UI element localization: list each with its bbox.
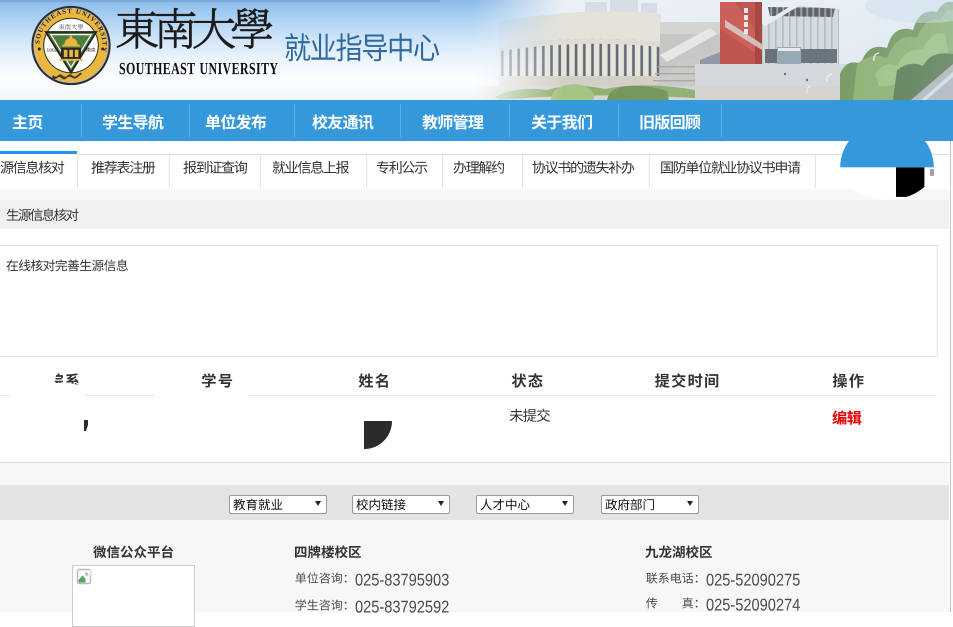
svg-text:1902: 1902 <box>47 48 58 54</box>
